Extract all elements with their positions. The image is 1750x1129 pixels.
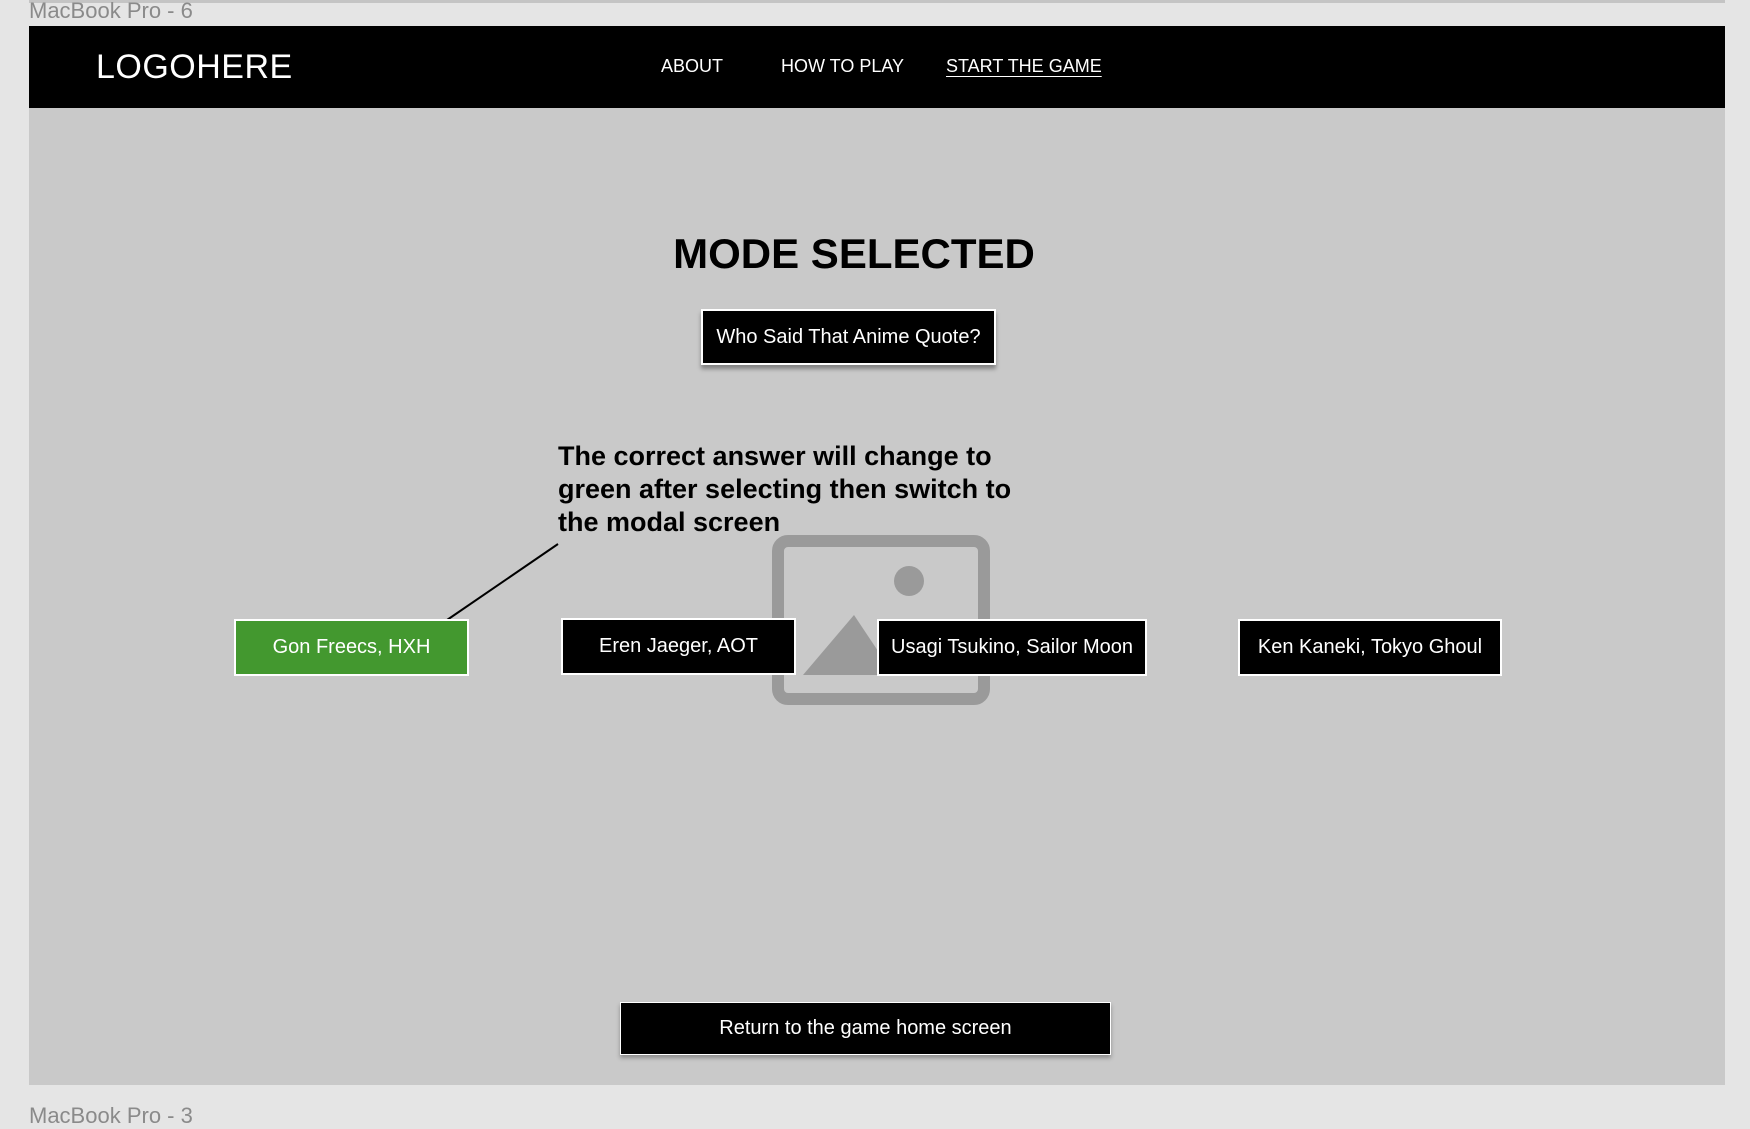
nav-start-the-game[interactable]: START THE GAME xyxy=(946,56,1102,77)
page-title: MODE SELECTED xyxy=(673,230,1035,277)
frame-label-bottom: MacBook Pro - 3 xyxy=(29,1103,193,1128)
navbar: LOGOHERE ABOUT HOW TO PLAY START THE GAM… xyxy=(29,26,1725,108)
artboard-frame: LOGOHERE ABOUT HOW TO PLAY START THE GAM… xyxy=(29,26,1725,1085)
annotation-note: The correct answer will change to green … xyxy=(558,441,1012,537)
answer-button[interactable]: Eren Jaeger, AOT xyxy=(561,618,796,675)
mode-button[interactable]: Who Said That Anime Quote? xyxy=(701,309,996,365)
answer-button[interactable]: Usagi Tsukino, Sailor Moon xyxy=(877,619,1147,676)
logo[interactable]: LOGOHERE xyxy=(96,48,293,87)
answer-button-correct[interactable]: Gon Freecs, HXH xyxy=(234,619,469,676)
answer-button[interactable]: Ken Kaneki, Tokyo Ghoul xyxy=(1238,619,1502,676)
nav-how-to-play[interactable]: HOW TO PLAY xyxy=(781,56,904,77)
canvas-top-divider xyxy=(29,0,1725,3)
frame-label-top: MacBook Pro - 6 xyxy=(29,0,193,23)
return-home-button[interactable]: Return to the game home screen xyxy=(620,1002,1111,1055)
nav-about[interactable]: ABOUT xyxy=(661,56,723,77)
